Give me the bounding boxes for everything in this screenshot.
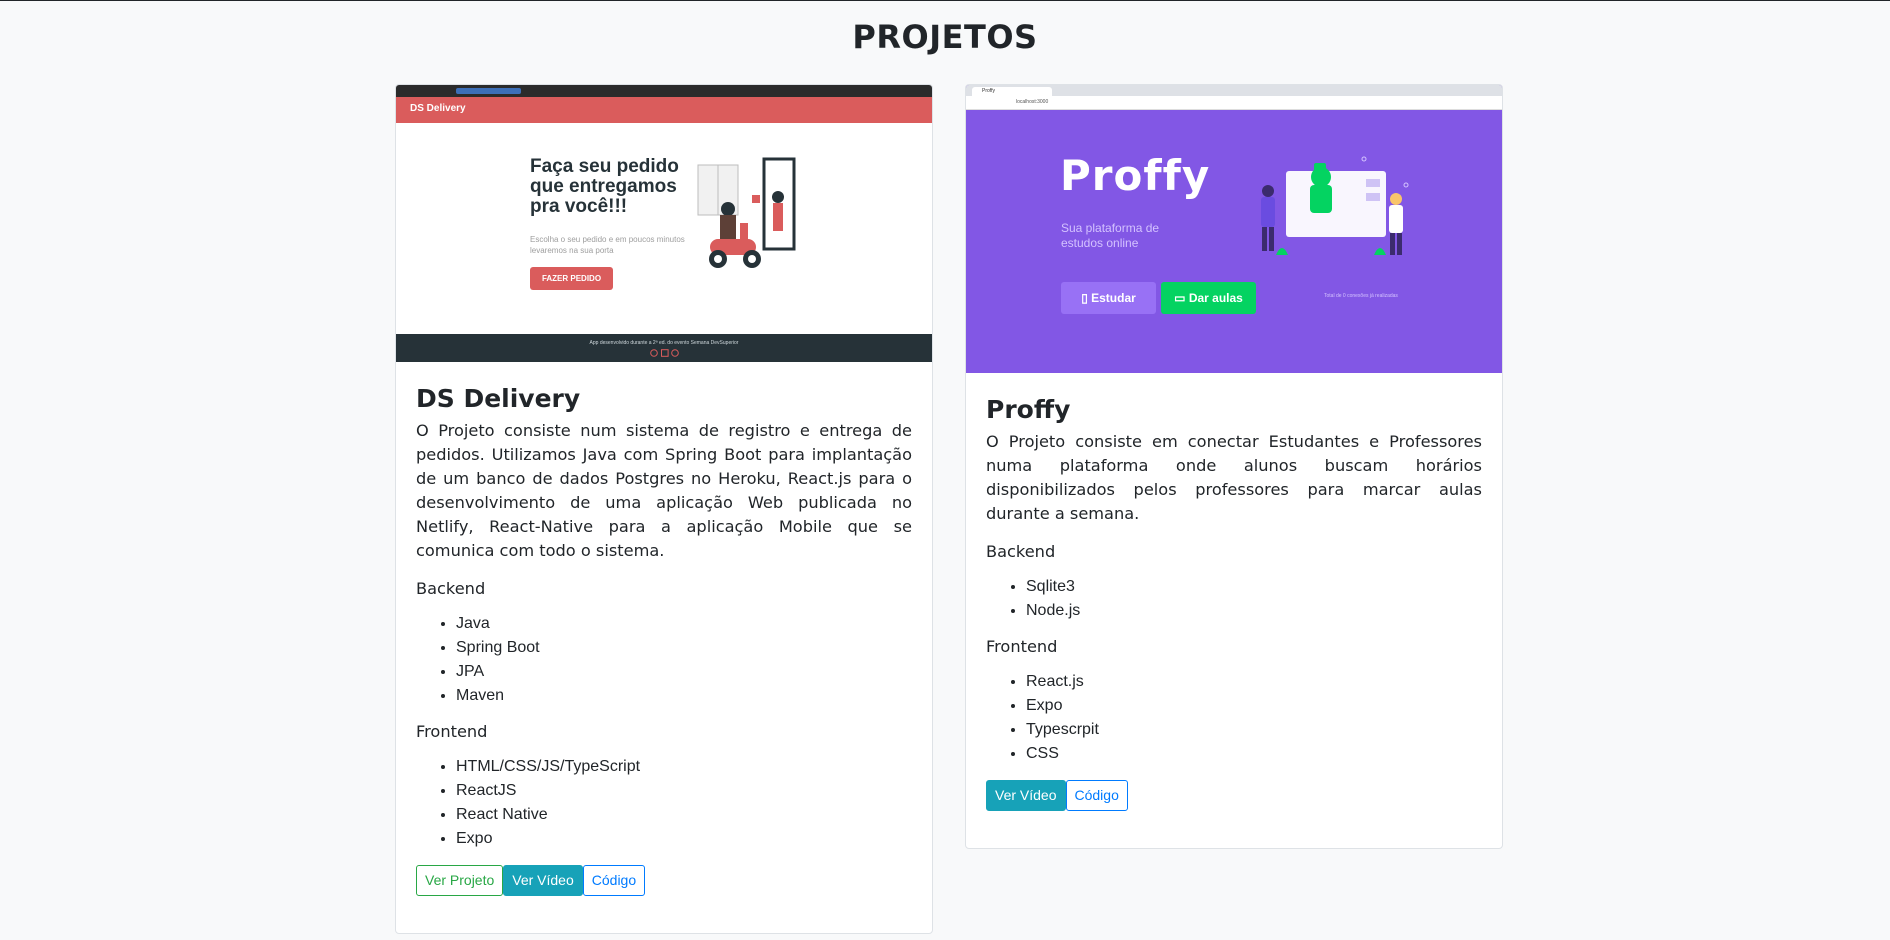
teach-label: Dar aulas [1188,291,1243,305]
list-item: React.js [1026,670,1482,694]
list-item: Sqlite3 [1026,575,1482,599]
list-item: Expo [456,827,912,851]
tv-icon: ▭ [1174,291,1189,305]
list-item: Maven [456,684,912,708]
page-title: PROJETOS [852,18,1038,56]
project-screenshot: Proffy localhost:3000 Proffy Sua platafo… [966,85,1502,373]
teaching-illustration [1261,156,1409,255]
list-item: Spring Boot [456,636,912,660]
list-item: Expo [1026,694,1482,718]
card-body: DS Delivery O Projeto consiste num siste… [396,362,932,896]
address-url: localhost:3000 [1016,99,1049,105]
backend-label: Backend [416,579,486,598]
project-description: O Projeto consiste num sistema de regist… [416,421,912,560]
frontend-list: HTML/CSS/JS/TypeScript ReactJS React Nat… [416,755,912,851]
proffy-tagline: Sua plataforma de estudos online [1061,221,1160,250]
frontend-label: Frontend [986,637,1058,656]
study-button: ▯ Estudar [1061,282,1156,314]
code-button[interactable]: Código [1065,780,1128,811]
footer-text: App desenvolvido durante a 2ª ed. do eve… [589,340,739,346]
list-item: CSS [1026,742,1482,766]
project-card-proffy: Proffy localhost:3000 Proffy Sua platafo… [965,84,1503,849]
app-footer: App desenvolvido durante a 2ª ed. do eve… [396,334,932,362]
project-card-ds-delivery: DS Delivery Faça seu pedido que entregam… [395,84,933,934]
list-item: HTML/CSS/JS/TypeScript [456,755,912,779]
connections-text: Total de 0 conexões já realizadas [1324,293,1398,299]
frontend-label: Frontend [416,722,488,741]
hero-subtitle: Escolha o seu pedido e em poucos minutos… [530,235,685,255]
list-item: React Native [456,803,912,827]
project-screenshot: DS Delivery Faça seu pedido que entregam… [396,85,932,362]
book-icon: ▯ [1081,291,1092,305]
delivery-illustration [697,157,796,268]
order-button: FAZER PEDIDO [530,267,613,290]
view-video-button[interactable]: Ver Vídeo [503,865,583,896]
hero-headline: Faça seu pedido que entregamos pra você!… [530,156,679,217]
list-item: JPA [456,660,912,684]
brand-name: DS Delivery [410,103,466,114]
browser-tab: Proffy [972,87,1052,96]
backend-list: Java Spring Boot JPA Maven [416,612,912,708]
code-button[interactable]: Código [582,865,646,896]
project-description: O Projeto consiste em conectar Estudante… [986,432,1482,523]
list-item: Java [456,612,912,636]
card-body: Proffy O Projeto consiste em conectar Es… [966,373,1502,811]
view-video-button[interactable]: Ver Vídeo [986,780,1066,811]
backend-label: Backend [986,542,1056,561]
address-bar: localhost:3000 [966,96,1502,110]
button-group: Ver Vídeo Código [986,780,1482,811]
list-item: Node.js [1026,599,1482,623]
study-label: Estudar [1091,291,1136,305]
app-navbar: DS Delivery [396,97,932,123]
browser-bar [396,85,932,97]
project-title: Proffy [986,395,1071,424]
list-item: ReactJS [456,779,912,803]
view-project-button[interactable]: Ver Projeto [416,865,504,896]
project-title: DS Delivery [416,384,581,413]
backend-list: Sqlite3 Node.js [986,575,1482,623]
button-group: Ver Projeto Ver Vídeo Código [416,865,912,896]
proffy-logo: Proffy [1060,151,1211,200]
address-bar [456,88,521,94]
teach-button: ▭ Dar aulas [1161,282,1256,314]
frontend-list: React.js Expo Typescrpit CSS [986,670,1482,766]
list-item: Typescrpit [1026,718,1482,742]
browser-tabbar: Proffy [966,85,1502,96]
social-icons [650,349,679,357]
